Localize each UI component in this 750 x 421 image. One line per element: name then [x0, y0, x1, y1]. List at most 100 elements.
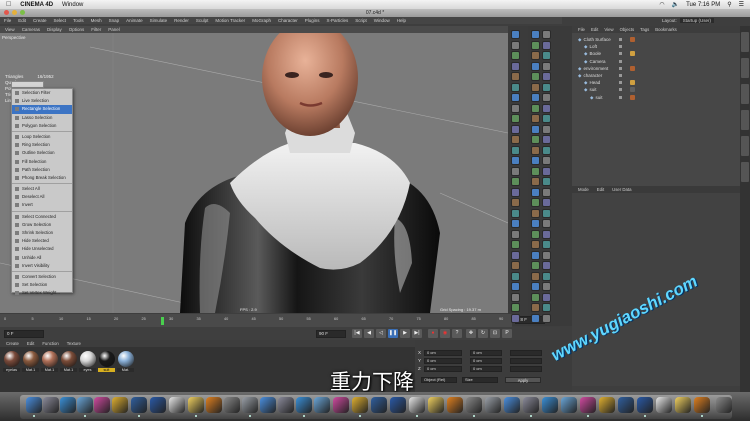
viewport-menu-item[interactable]: Options [69, 26, 85, 33]
tool-icon[interactable] [542, 271, 551, 281]
tool-icon[interactable] [542, 40, 551, 50]
context-menu-item[interactable]: Set Vertex Weight... [12, 289, 72, 297]
tool-icon[interactable] [542, 145, 551, 155]
itunes-icon[interactable] [333, 397, 349, 413]
apple-icon[interactable]:  [6, 1, 11, 8]
minimize-button[interactable] [12, 10, 17, 15]
material-tag[interactable] [630, 87, 635, 93]
context-menu-item[interactable]: Selection Filter [12, 89, 72, 97]
object-row[interactable]: ◆ Cloth Surface [572, 36, 740, 43]
keyframe-button[interactable]: ? [452, 329, 462, 338]
context-menu-item[interactable]: Phong Break Selection [12, 174, 72, 182]
material-menu-item[interactable]: Texture [67, 340, 81, 347]
main-menu-item[interactable]: Mesh [91, 17, 102, 24]
tool-icon[interactable] [511, 51, 520, 60]
object-menu-item[interactable]: Tags [640, 26, 649, 33]
coord-mode-dropdown[interactable]: Object (Rel) [421, 377, 457, 383]
context-menu-item[interactable]: Convert Selection [12, 273, 72, 281]
tool-icon[interactable] [542, 61, 551, 71]
move-key-button[interactable]: ✥ [466, 329, 476, 338]
calendar-icon[interactable] [656, 397, 672, 413]
context-menu-item[interactable]: Grow Selection [12, 221, 72, 229]
object-row[interactable]: ◆ Head [572, 79, 740, 86]
tool-icon[interactable] [511, 219, 520, 228]
tool-icon[interactable] [511, 187, 520, 197]
finder-icon[interactable] [26, 397, 42, 413]
tool-icon[interactable] [542, 282, 551, 291]
tool-icon[interactable] [531, 187, 540, 197]
tool-icon[interactable] [542, 198, 551, 207]
param-key-button[interactable]: P [502, 329, 512, 338]
main-menu-item[interactable]: Window [374, 17, 390, 24]
finder-icon[interactable] [504, 397, 520, 413]
material-swatch[interactable] [23, 351, 39, 367]
material-tag[interactable] [630, 51, 635, 57]
tool-icon[interactable] [531, 145, 540, 155]
main-menu-item[interactable]: File [4, 17, 11, 24]
material-swatch[interactable] [99, 351, 115, 367]
context-menu-item[interactable]: Hide Selected [12, 237, 72, 245]
tool-icon[interactable] [531, 61, 540, 71]
tool-icon[interactable] [531, 303, 540, 312]
object-row[interactable]: ◆ suit [572, 94, 740, 101]
tool-icon[interactable] [531, 250, 540, 260]
itunes-icon[interactable] [94, 397, 110, 413]
trash-icon[interactable] [242, 397, 258, 413]
tool-icon[interactable] [511, 261, 520, 270]
main-menu-item[interactable]: Select [54, 17, 67, 24]
vlc-icon[interactable] [447, 397, 463, 413]
goto-end-button[interactable]: ▶| [412, 329, 422, 338]
context-menu-item[interactable]: Set Selection [12, 281, 72, 289]
tool-icon[interactable] [542, 114, 551, 123]
visibility-dot[interactable] [619, 66, 622, 70]
tool-icon[interactable] [542, 292, 551, 302]
viewport-menu-item[interactable]: Display [47, 26, 62, 33]
material-tag[interactable] [630, 80, 635, 86]
context-menu-item[interactable]: Polygon Selection [12, 122, 72, 130]
tool-icon[interactable] [542, 303, 551, 312]
tool-icon[interactable] [531, 313, 540, 323]
trash-icon[interactable] [485, 397, 501, 413]
tool-icon[interactable] [531, 51, 540, 60]
object-menu-item[interactable]: View [604, 26, 613, 33]
tool-icon[interactable] [511, 103, 520, 113]
timeline[interactable]: 0 5 10 15 20 25 30 35 40 45 50 55 60 65 70 75 80 85 90 [0, 314, 512, 327]
tool-icon[interactable] [531, 219, 540, 228]
tool-icon[interactable] [542, 51, 551, 60]
calendar-icon[interactable] [409, 397, 425, 413]
material-label[interactable]: suit [98, 368, 115, 372]
main-menu-item[interactable]: Animate [126, 17, 143, 24]
tool-icon[interactable] [511, 313, 520, 323]
coord-field[interactable]: 0 cm [424, 350, 462, 356]
zoom-button[interactable] [20, 10, 25, 15]
timeline-playhead[interactable] [161, 317, 164, 325]
side-tab[interactable] [741, 58, 749, 78]
object-row[interactable]: ◆ Boole [572, 50, 740, 57]
launchpad-icon[interactable] [523, 397, 539, 413]
coord-field[interactable]: 0 cm [424, 358, 462, 364]
notes-icon[interactable] [428, 397, 444, 413]
tool-icon[interactable] [511, 177, 520, 186]
coord-size-field[interactable]: 0 cm [470, 366, 502, 372]
context-menu-item[interactable]: Unhide All [12, 254, 72, 262]
tool-icon[interactable] [511, 145, 520, 155]
material-label[interactable]: Mat.1 [41, 368, 58, 372]
main-menu-item[interactable]: Render [174, 17, 189, 24]
tool-icon[interactable] [542, 103, 551, 113]
side-tab[interactable] [741, 162, 749, 182]
context-menu-item[interactable]: Ring Selection [12, 141, 72, 149]
tool-icon[interactable] [531, 40, 540, 50]
rotate-key-button[interactable]: ↻ [478, 329, 488, 338]
finder-icon[interactable] [260, 397, 276, 413]
context-menu-item[interactable]: Shrink Selection [12, 229, 72, 237]
object-menu-item[interactable]: Objects [620, 26, 635, 33]
attribute-menu-item[interactable]: Edit [597, 186, 604, 193]
tool-icon[interactable] [531, 208, 540, 218]
tool-icon[interactable] [531, 282, 540, 291]
tool-icon[interactable] [531, 177, 540, 186]
tool-icon[interactable] [542, 187, 551, 197]
context-menu-item[interactable]: Path Selection [12, 166, 72, 174]
viewport-menu-item[interactable]: View [5, 26, 15, 33]
context-menu-item[interactable]: Deselect All [12, 193, 72, 201]
tool-icon[interactable] [531, 271, 540, 281]
